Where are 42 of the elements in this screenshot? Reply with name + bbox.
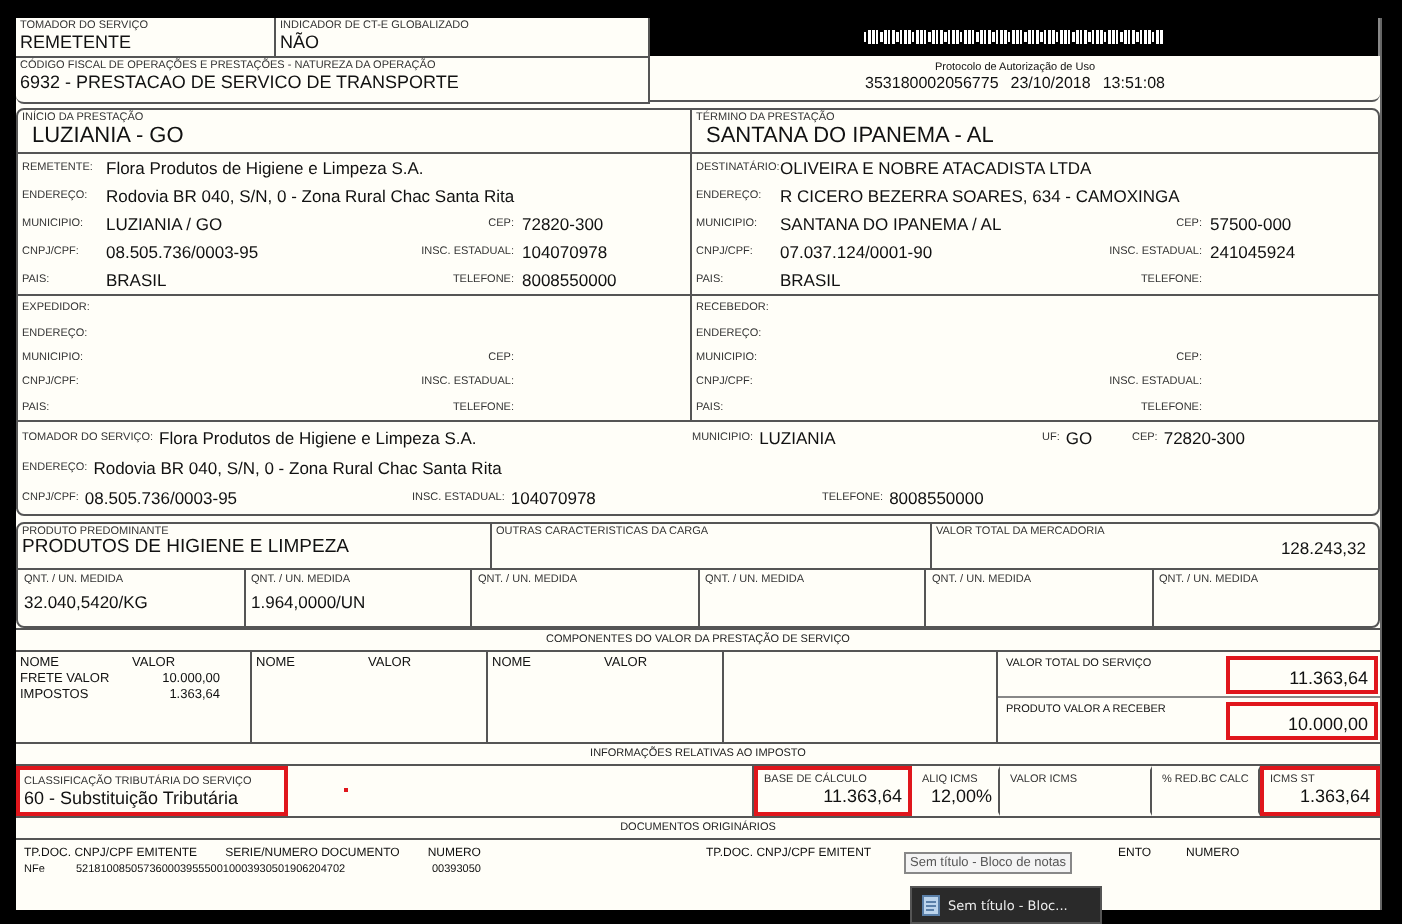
field-value: 12,00% [928, 785, 992, 806]
field-value: 72820-300 [1163, 428, 1245, 449]
field-value: LUZIANIA / GO [106, 214, 223, 234]
total-value: 11.363,64 [1226, 655, 1378, 694]
field-value: 11.363,64 [821, 785, 902, 806]
field-value: 57500-000 [1208, 214, 1294, 234]
field-value: 128.243,32 [1278, 537, 1368, 558]
protocol-date: 23/10/2018 [1010, 74, 1091, 92]
field-value: 08.505.736/0003-95 [106, 242, 259, 262]
field-value: GO [1065, 428, 1093, 449]
field-value: REMETENTE [20, 32, 134, 52]
protocol-time: 13:51:08 [1102, 74, 1165, 92]
notepad-icon [922, 894, 940, 916]
field-value: 104070978 [520, 242, 610, 262]
field-value: 1.363,64 [1297, 785, 1370, 806]
field-value: LUZIANIA [759, 428, 836, 449]
field-value: 6932 - PRESTACAO DE SERVICO DE TRANSPORTE [20, 72, 461, 92]
field-value: SANTANA DO IPANEMA / AL [780, 214, 1002, 234]
field-value: 07.037.124/0001-90 [780, 242, 933, 262]
field-value: SANTANA DO IPANEMA - AL [704, 124, 996, 150]
protocol-number: 353180002056775 [865, 74, 999, 92]
field-value: BRASIL [780, 270, 841, 290]
field-value: 32.040,5420/KG [24, 591, 150, 612]
field-value: Flora Produtos de Higiene e Limpeza S.A. [159, 428, 477, 449]
field-value: Rodovia BR 040, S/N, 0 - Zona Rural Chac Santa Rita [106, 186, 515, 206]
field-value: 241045924 [1208, 242, 1298, 262]
total-value: 10.000,00 [1226, 701, 1378, 740]
field-value: 60 - Substituição Tributária [24, 787, 241, 808]
field-value: 72820-300 [520, 214, 606, 234]
field-value: LUZIANIA - GO [30, 124, 186, 150]
field-value: 8008550000 [889, 487, 984, 508]
field-value: 104070978 [510, 487, 596, 508]
field-value: 1.964,0000/UN [251, 591, 368, 612]
field-value: 08.505.736/0003-95 [84, 487, 238, 508]
field-value: Rodovia BR 040, S/N, 0 - Zona Rural Chac Santa Rita [93, 457, 502, 478]
field-value: NÃO [280, 32, 322, 52]
field-value: PRODUTOS DE HIGIENE E LIMPEZA [22, 537, 351, 558]
field-value: 8008550000 [520, 270, 619, 290]
field-value: OLIVEIRA E NOBRE ATACADISTA LTDA [780, 158, 1092, 178]
field-value: R CICERO BEZERRA SOARES, 634 - CAMOXINGA [780, 186, 1180, 206]
field-value: Flora Produtos de Higiene e Limpeza S.A. [106, 158, 424, 178]
field-value: BRASIL [106, 270, 167, 290]
